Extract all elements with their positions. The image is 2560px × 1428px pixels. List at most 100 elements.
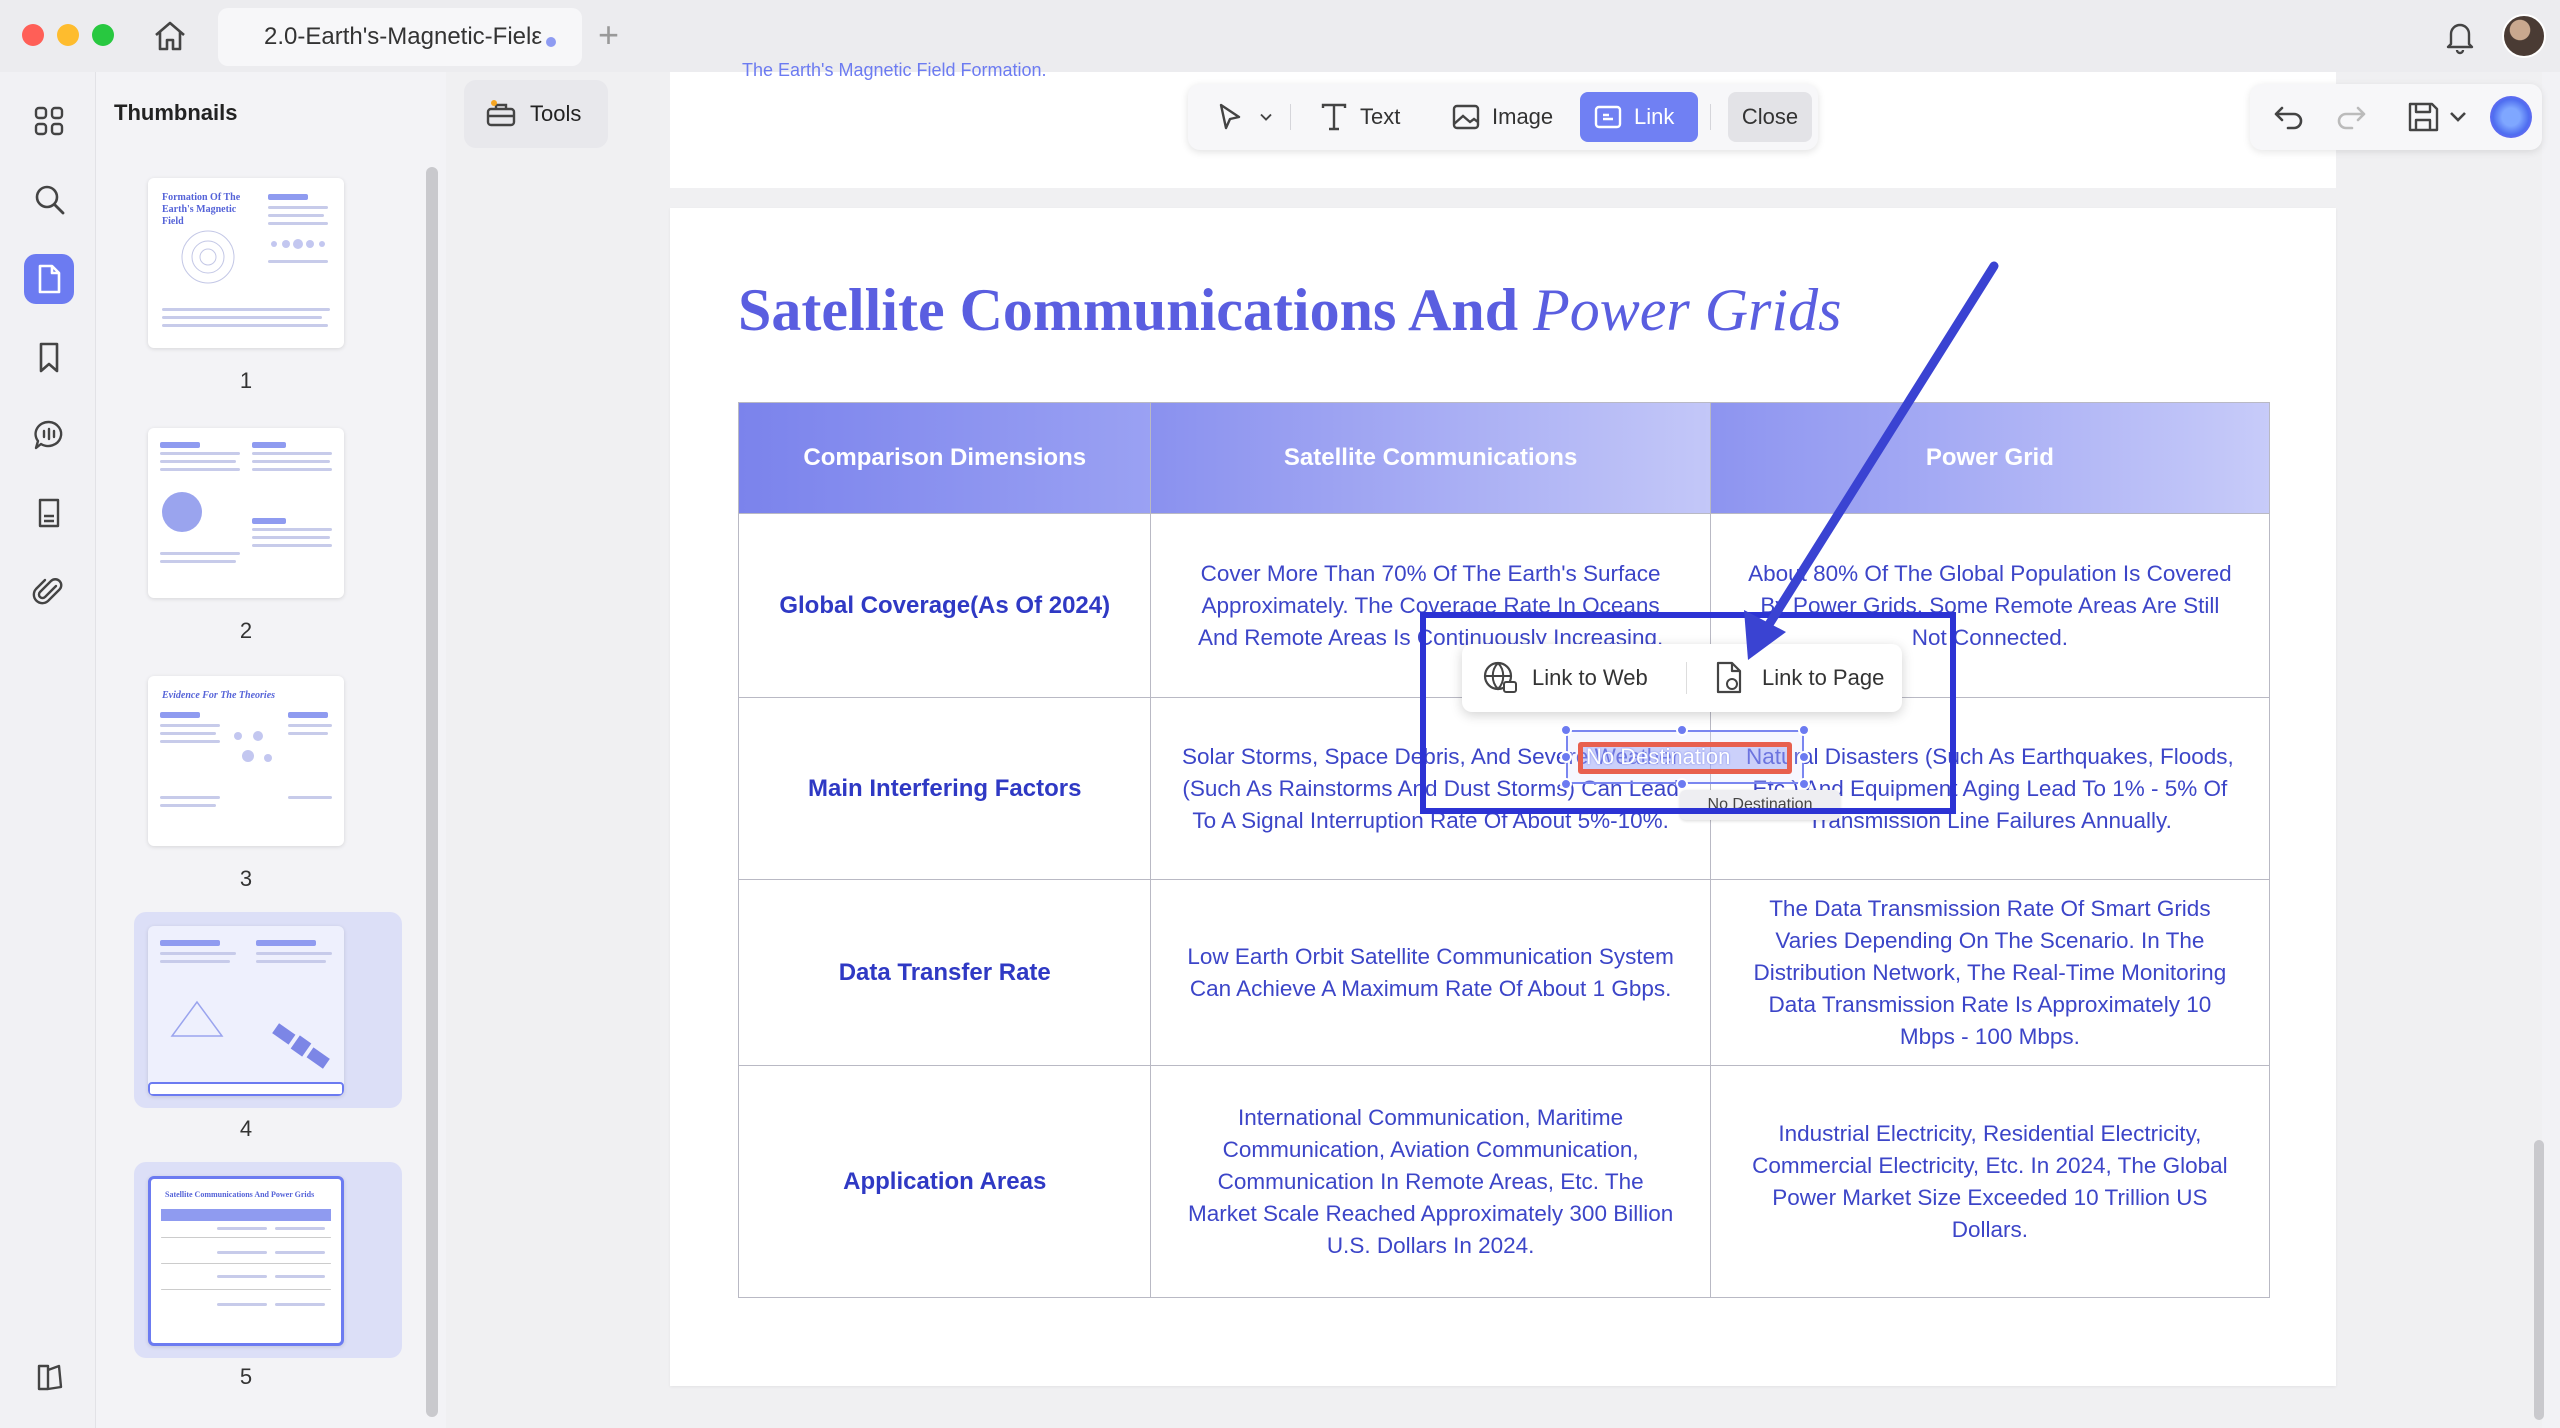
thumbnail-line bbox=[160, 804, 216, 807]
redo-icon[interactable] bbox=[2332, 98, 2370, 141]
toolbox-icon bbox=[486, 100, 516, 127]
tools-button[interactable]: Tools bbox=[464, 80, 608, 148]
row-dimension: Main Interfering Factors bbox=[739, 698, 1152, 879]
zoom-window-button[interactable] bbox=[92, 24, 114, 46]
undo-icon[interactable] bbox=[2270, 98, 2308, 141]
thumbnail-page-number: 2 bbox=[239, 618, 253, 643]
thumbnail-graphic bbox=[271, 239, 325, 249]
thumbnail-graphic bbox=[234, 731, 272, 762]
thumbnail-line bbox=[256, 952, 332, 955]
thumbnail-page-5[interactable]: Satellite Communications And Power Grids bbox=[148, 1176, 344, 1346]
new-tab-button[interactable]: + bbox=[598, 14, 619, 56]
thumbnails-page-icon[interactable] bbox=[24, 254, 74, 304]
thumbnail-page-1[interactable]: Formation Of The Earth's Magnetic Field bbox=[148, 178, 344, 348]
page-title: Satellite Communications And Power Grids bbox=[738, 276, 1841, 345]
thumbnail-line bbox=[160, 468, 240, 471]
thumbnail-page-4[interactable] bbox=[148, 926, 344, 1096]
thumbnail-line bbox=[252, 518, 286, 524]
thumbnail-line bbox=[288, 796, 332, 799]
attachment-icon[interactable] bbox=[24, 566, 74, 616]
toolbar-divider bbox=[1710, 104, 1711, 130]
table-header-cell: Power Grid bbox=[1710, 403, 2269, 513]
thumbnail-line bbox=[268, 222, 328, 225]
thumbnails-scrollbar[interactable] bbox=[426, 167, 438, 1417]
text-tool-button[interactable]: Text bbox=[1306, 92, 1412, 142]
cursor-icon bbox=[1219, 103, 1241, 130]
bell-icon[interactable] bbox=[2440, 16, 2480, 56]
thumbnail-line bbox=[160, 740, 220, 743]
right-toolbar bbox=[2250, 84, 2542, 150]
thumbnail-line bbox=[160, 724, 220, 727]
thumbnail-line bbox=[288, 712, 328, 718]
thumbnail-page-number: 4 bbox=[239, 1116, 253, 1141]
minimize-window-button[interactable] bbox=[57, 24, 79, 46]
table-row: Application Areas International Communic… bbox=[739, 1065, 2269, 1297]
thumbnail-page-number: 5 bbox=[239, 1364, 253, 1389]
row-satellite: Low Earth Orbit Satellite Communication … bbox=[1151, 880, 1711, 1065]
image-tool-button[interactable]: Image bbox=[1438, 92, 1565, 142]
thumbnail-line bbox=[256, 960, 326, 963]
page-scrollbar[interactable] bbox=[2534, 1140, 2544, 1420]
thumbnail-line bbox=[256, 940, 316, 946]
thumbnail-line bbox=[217, 1303, 267, 1306]
chevron-down-icon[interactable] bbox=[2446, 104, 2470, 133]
thumbnail-line bbox=[252, 468, 332, 471]
close-window-button[interactable] bbox=[22, 24, 44, 46]
home-icon[interactable] bbox=[150, 16, 190, 56]
tools-label: Tools bbox=[530, 101, 582, 126]
thumbnail-line bbox=[160, 560, 236, 563]
document-tab-title: 2.0-Earth's-Magnetic-Fielε bbox=[264, 23, 543, 50]
thumbnail-title: Satellite Communications And Power Grids bbox=[165, 1190, 315, 1199]
thumbnail-line bbox=[160, 712, 200, 718]
thumbnail-line bbox=[252, 442, 286, 448]
image-icon bbox=[1452, 104, 1480, 130]
apps-grid-icon[interactable] bbox=[24, 96, 74, 146]
row-satellite: International Communication, Maritime Co… bbox=[1151, 1066, 1711, 1297]
thumbnail-line bbox=[160, 452, 240, 455]
bookmark-icon[interactable] bbox=[24, 332, 74, 382]
thumbnail-graphic bbox=[162, 492, 202, 532]
row-grid: Industrial Electricity, Residential Elec… bbox=[1752, 1120, 2228, 1242]
document-tab[interactable]: 2.0-Earth's-Magnetic-Fielε bbox=[218, 8, 582, 66]
stamp-icon[interactable] bbox=[24, 488, 74, 538]
thumbnail-line bbox=[252, 544, 332, 547]
unsaved-dot bbox=[546, 37, 556, 47]
search-icon[interactable] bbox=[24, 174, 74, 224]
thumbnail-line bbox=[268, 194, 308, 200]
thumbnail-line bbox=[161, 1237, 331, 1238]
page-title-italic: Power Grids bbox=[1533, 277, 1842, 343]
comparison-table: Comparison Dimensions Satellite Communic… bbox=[738, 402, 2270, 1298]
thumbnail-line bbox=[162, 324, 328, 327]
thumbnail-line bbox=[162, 316, 322, 319]
close-edit-button[interactable]: Close bbox=[1728, 92, 1812, 142]
thumbnail-graphic bbox=[170, 1000, 224, 1037]
row-grid: The Data Transmission Rate Of Smart Grid… bbox=[1753, 895, 2227, 1049]
thumbnail-line bbox=[217, 1251, 267, 1254]
link-tool-button[interactable]: Link bbox=[1580, 92, 1698, 142]
save-icon[interactable] bbox=[2404, 98, 2442, 141]
previous-page-footer: The Earth's Magnetic Field Formation. bbox=[742, 60, 1047, 80]
thumbnail-line bbox=[268, 206, 328, 209]
thumbnail-title: Evidence For The Theories bbox=[162, 690, 276, 701]
link-tool-label: Link bbox=[1634, 104, 1675, 129]
thumbnail-line bbox=[160, 940, 220, 946]
thumbnail-page-number: 1 bbox=[239, 368, 253, 393]
select-tool-button[interactable] bbox=[1202, 92, 1288, 142]
annotation-highlight-box bbox=[1420, 612, 1956, 814]
comment-icon[interactable] bbox=[24, 410, 74, 460]
link-icon bbox=[1594, 105, 1622, 129]
thumbnail-line bbox=[252, 528, 332, 531]
thumbnail-graphic bbox=[181, 230, 235, 284]
avatar[interactable] bbox=[2502, 14, 2546, 58]
thumbnail-line bbox=[217, 1275, 267, 1278]
thumbnail-page-3[interactable]: Evidence For The Theories bbox=[148, 676, 344, 846]
ai-assistant-icon[interactable] bbox=[2490, 96, 2532, 138]
thumbnail-line bbox=[161, 1289, 331, 1290]
thumbnail-line bbox=[160, 796, 220, 799]
table-row: Data Transfer Rate Low Earth Orbit Satel… bbox=[739, 879, 2269, 1065]
thumbnail-page-number: 3 bbox=[239, 866, 253, 891]
thumbnail-table-header bbox=[161, 1209, 331, 1221]
thumbnail-line bbox=[160, 960, 230, 963]
layers-icon[interactable] bbox=[24, 1352, 74, 1402]
thumbnail-page-2[interactable] bbox=[148, 428, 344, 598]
